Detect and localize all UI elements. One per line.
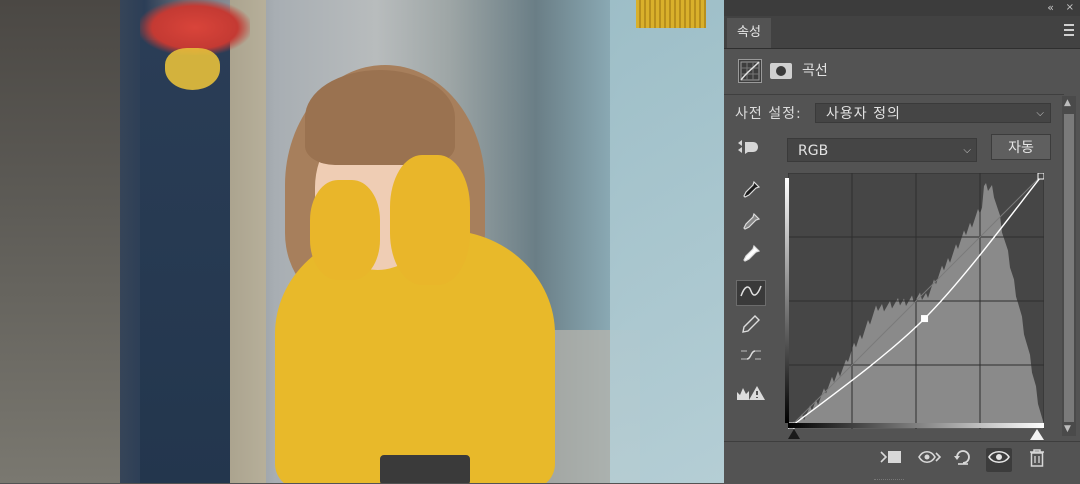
reset-icon[interactable] xyxy=(950,448,976,472)
gray-point-eyedropper-icon[interactable] xyxy=(736,212,766,238)
background-wall xyxy=(0,0,120,483)
chevron-down-icon: ⌵ xyxy=(963,145,971,156)
white-input-slider[interactable] xyxy=(1030,429,1044,440)
properties-panel: « × 속성 곡선 사전 설정: 사용자 정의 ⌵ RGB ⌵ 자동 ▲ ▼ xyxy=(724,0,1080,484)
preset-label: 사전 설정: xyxy=(735,106,802,122)
visibility-eye-icon[interactable] xyxy=(986,448,1012,472)
tab-properties[interactable]: 속성 xyxy=(727,18,771,48)
background-pillar xyxy=(230,0,266,483)
yellow-fringe xyxy=(636,0,706,28)
camera xyxy=(380,455,470,483)
bangs xyxy=(305,70,455,165)
resize-grip[interactable] xyxy=(874,479,904,483)
scroll-thumb[interactable] xyxy=(1064,114,1074,422)
channel-value: RGB xyxy=(798,143,829,159)
white-point-eyedropper-icon[interactable] xyxy=(736,244,766,270)
panel-scrollbar[interactable]: ▲ ▼ xyxy=(1062,96,1076,436)
panel-menu-icon[interactable] xyxy=(1064,24,1074,36)
panel-tab-row: 속성 xyxy=(724,16,1080,49)
curve-control-point[interactable] xyxy=(921,315,929,323)
black-input-slider[interactable] xyxy=(788,429,800,439)
preset-dropdown[interactable]: 사용자 정의 ⌵ xyxy=(815,103,1051,123)
adjustment-header: 곡선 xyxy=(724,56,1064,90)
curve-point-tool-icon[interactable] xyxy=(736,280,766,306)
output-gradient-bar xyxy=(785,178,789,423)
clipping-warning-icon[interactable] xyxy=(736,384,766,410)
canvas-photo xyxy=(0,0,724,483)
divider xyxy=(724,94,1064,95)
targeted-adjustment-icon[interactable] xyxy=(736,138,760,160)
red-lantern xyxy=(140,0,250,55)
pencil-icon[interactable] xyxy=(736,314,766,340)
scroll-up-icon[interactable]: ▲ xyxy=(1064,98,1071,108)
input-gradient-bar xyxy=(788,423,1044,428)
adjustment-title: 곡선 xyxy=(802,63,828,79)
scroll-down-icon[interactable]: ▼ xyxy=(1064,424,1071,434)
panel-bottom-bar xyxy=(724,441,1080,484)
background-right-wall xyxy=(610,0,724,483)
person-figure xyxy=(270,60,560,483)
black-point-eyedropper-icon[interactable] xyxy=(736,180,766,206)
curves-graph[interactable] xyxy=(788,173,1044,429)
close-icon[interactable]: × xyxy=(1066,0,1074,16)
view-previous-state-icon[interactable] xyxy=(916,448,942,472)
auto-button[interactable]: 자동 xyxy=(991,134,1051,160)
chevron-down-icon: ⌵ xyxy=(1036,108,1045,119)
curve-control-point[interactable] xyxy=(1037,173,1044,180)
trash-icon[interactable] xyxy=(1024,448,1050,472)
clip-to-layer-icon[interactable] xyxy=(878,448,904,472)
right-hand xyxy=(390,155,470,285)
left-hand xyxy=(310,180,380,280)
channel-dropdown[interactable]: RGB ⌵ xyxy=(787,138,977,162)
panel-top-bar: « × xyxy=(724,0,1080,16)
layer-mask-icon[interactable] xyxy=(770,63,792,79)
collapse-icon[interactable]: « xyxy=(1047,0,1054,16)
background-door xyxy=(140,40,230,483)
yellow-lantern xyxy=(165,48,220,90)
preset-value: 사용자 정의 xyxy=(826,106,901,122)
curves-adjustment-icon[interactable] xyxy=(738,59,762,83)
smooth-curve-icon[interactable] xyxy=(736,346,766,372)
